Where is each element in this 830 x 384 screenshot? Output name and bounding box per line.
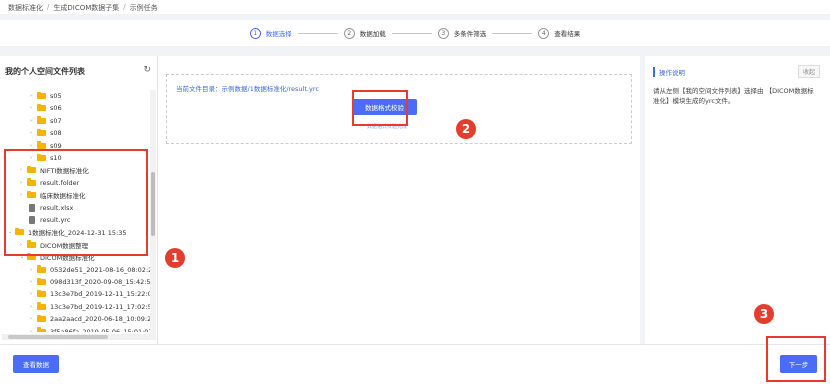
step-number: 2 [343,27,355,39]
tree-node[interactable]: › 3f5a86fa_2019-05-06_15:01:07 [30,326,150,332]
folder-icon [37,327,46,332]
tree-node-label: 098d313f_2020-09-08_15:42:52 [50,278,150,286]
chevron-right-icon[interactable]: › [30,267,37,273]
folder-icon [37,277,46,285]
tree-node-label: 13c3e7bd_2019-12-11_17:02:57 [50,302,150,311]
instructions-panel: 操作说明 收起 请从左侧【我的空间文件列表】选择由 【DICOM数据标准化】模块… [645,56,830,344]
chevron-right-icon[interactable]: › [30,304,37,310]
folder-icon [37,314,46,323]
annotation-box-file-selection [4,149,148,256]
horizontal-scroll-thumb[interactable] [8,335,108,339]
tree-node[interactable]: › s06 [30,102,62,114]
folder-icon [37,103,46,112]
vertical-scroll-thumb[interactable] [151,172,155,236]
tree-node-label: s08 [50,129,62,138]
chevron-right-icon[interactable]: › [30,130,37,136]
tree-node[interactable]: › s05 [30,90,62,102]
chevron-right-icon[interactable]: › [30,291,37,297]
instructions-title: 操作说明 [653,67,685,77]
breadcrumb-separator: / [47,3,50,11]
tree-node-label: s07 [50,116,62,125]
step-label: 查看结果 [554,30,581,38]
annotation-box-check-button [352,90,408,126]
tree-node[interactable]: › s08 [30,127,62,139]
chevron-right-icon[interactable]: › [30,329,37,332]
annotation-badge-3: 3 [754,304,774,324]
tree-node-label: 0532de51_2021-08-16_08:02:27 [50,265,150,274]
footer-bar: 查看数据 下一步 [0,344,830,384]
step-connector [297,32,338,34]
current-directory: 当前文件目录：示例数据/1数据标准化/result.yrc [176,85,319,93]
folder-icon [37,141,46,149]
tree-node-label: 3f5a86fa_2019-05-06_15:01:07 [50,327,150,332]
step-label: 数据选择 [265,30,292,38]
chevron-right-icon[interactable]: › [30,316,37,322]
step-3: 3 多条件筛选 [437,27,487,39]
folder-icon [37,289,46,298]
annotation-box-next-button [766,336,826,382]
breadcrumb-separator: / [123,3,126,11]
chevron-right-icon[interactable]: › [30,118,37,124]
step-number: 4 [538,27,550,39]
folder-icon [37,128,46,137]
chevron-right-icon[interactable]: › [30,105,37,111]
tree-node[interactable]: › 098d313f_2020-09-08_15:42:52 [30,276,150,288]
annotation-badge-2: 2 [456,119,476,139]
folder-icon [37,91,46,99]
tree-node[interactable]: › 13c3e7bd_2019-12-11_17:02:57 [30,301,150,313]
chevron-right-icon[interactable]: › [30,143,37,149]
breadcrumb-item-subset[interactable]: 生成DICOM数据子集 [53,3,119,12]
folder-icon [37,265,46,273]
step-2: 2 数据加载 [343,27,386,39]
chevron-right-icon[interactable]: › [30,279,37,285]
annotation-badge-1: 1 [165,248,185,268]
tree-node[interactable]: › 2aa2aacd_2020-06-18_10:09:23 [30,313,150,325]
step-label: 数据加载 [359,30,386,38]
refresh-icon[interactable]: ↻ [143,65,151,75]
tree-node-label: s05 [50,92,62,100]
step-1: 1 数据选择 [249,27,292,39]
collapse-button[interactable]: 收起 [797,65,820,78]
tree-node[interactable]: › 13c3e7bd_2019-12-11_15:22:03 [30,288,150,300]
tree-node[interactable]: › 0532de51_2021-08-16_08:02:27 [30,264,150,276]
horizontal-scrollbar[interactable] [2,334,150,340]
tree-node-label: s06 [50,104,62,113]
step-indicator: 1 数据选择 2 数据加载 3 多条件筛选 4 查看结果 [0,20,830,46]
folder-icon [37,302,46,310]
step-connector [492,32,533,34]
step-4: 4 查看结果 [538,27,581,39]
breadcrumb-item-task: 示例任务 [129,4,158,12]
file-list-title: 我的个人空间文件列表 [5,67,85,76]
folder-icon [37,116,46,124]
view-data-button[interactable]: 查看数据 [13,355,59,373]
breadcrumb: 数据标准化 / 生成DICOM数据子集 / 示例任务 [0,0,830,14]
vertical-scrollbar[interactable] [150,90,156,340]
step-connector [391,32,432,34]
tree-node-label: 2aa2aacd_2020-06-18_10:09:23 [50,315,150,324]
tree-node-label: 13c3e7bd_2019-12-11_15:22:03 [50,290,150,299]
tree-node[interactable]: › s07 [30,115,62,127]
app-root: 数据标准化 / 生成DICOM数据子集 / 示例任务 1 数据选择 2 数据加载… [0,0,830,384]
breadcrumb-item-standardize[interactable]: 数据标准化 [8,3,43,12]
step-number: 1 [249,27,261,39]
chevron-right-icon[interactable]: › [30,93,37,99]
step-number: 3 [437,27,449,39]
step-label: 多条件筛选 [453,30,487,38]
instructions-text: 请从左侧【我的空间文件列表】选择由 【DICOM数据标准化】模块生成的yrc文件… [653,87,814,105]
